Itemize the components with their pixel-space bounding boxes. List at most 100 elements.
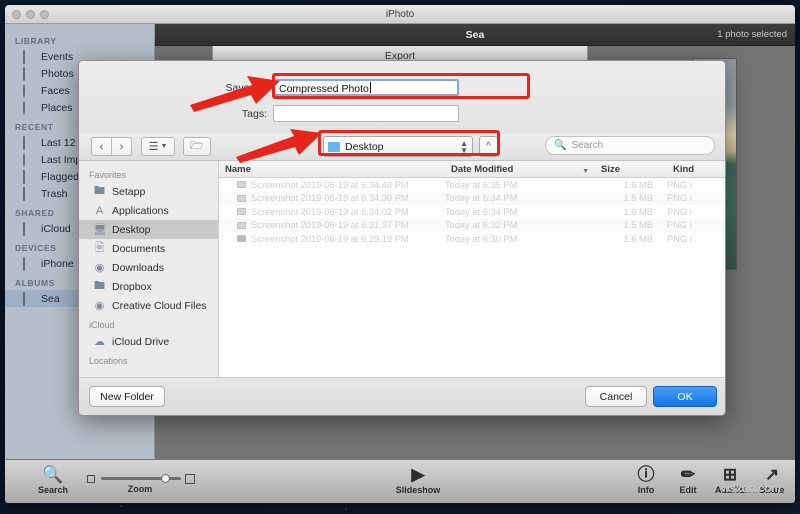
fav-group-locations: Locations [79, 351, 218, 368]
small-thumb-icon [87, 475, 95, 483]
view-mode-button[interactable]: ☰ ▼ [141, 137, 175, 156]
zoom-knob[interactable] [161, 474, 170, 483]
sidebar-item-label: Sea [41, 293, 60, 305]
column-header-kind[interactable]: Kind [667, 164, 725, 175]
fav-item-downloads[interactable]: ◉ Downloads [79, 258, 218, 277]
file-date: Today at 6:30 PM [445, 234, 595, 244]
file-name: Screenshot 2019-06-19 at 6.34.48 PM [251, 180, 409, 190]
file-kind: PNG i [667, 180, 725, 190]
sidebar-item-label: Events [41, 51, 73, 63]
sidebar-item-label: iPhone [41, 258, 74, 270]
zoom-window-icon[interactable] [40, 10, 49, 19]
forward-button[interactable]: › [111, 137, 132, 156]
fav-item-applications[interactable]: A Applications [79, 201, 218, 220]
play-icon: ▶ [383, 465, 453, 485]
search-input[interactable]: 🔍 Search [545, 136, 715, 155]
png-file-icon [237, 235, 246, 242]
blue-folder-icon [328, 142, 340, 152]
folder-icon: 🖿 [93, 182, 106, 201]
album-icon [23, 293, 35, 305]
pencil-icon: ✏ [667, 465, 709, 485]
png-file-icon [237, 222, 246, 229]
desktop-icon: 🖥 [93, 223, 106, 236]
search-button[interactable]: 🔍 Search [29, 465, 77, 495]
file-name: Screenshot 2019-06-19 at 6.31.37 PM [251, 220, 409, 230]
chevron-down-icon: ▼ [160, 143, 167, 150]
chevron-right-icon: › [120, 141, 124, 153]
edit-button[interactable]: ✏ Edit [667, 465, 709, 495]
column-header-date-modified[interactable]: Date Modified ▼ [445, 164, 595, 175]
location-popup-button[interactable]: Desktop ▲▼ [323, 136, 473, 157]
fav-item-documents[interactable]: 🗎 Documents [79, 239, 218, 258]
traffic-lights[interactable] [12, 10, 49, 19]
fav-item-desktop[interactable]: 🖥 Desktop [79, 220, 218, 239]
new-folder-button[interactable]: New Folder [89, 386, 165, 407]
list-view-icon: ☰ [149, 140, 159, 153]
file-kind: PNG i [667, 220, 725, 230]
file-name: Screenshot 2019-06-19 at 6.29.19 PM [251, 234, 409, 244]
arrange-button[interactable]: 🗁 [183, 137, 211, 156]
minimize-icon[interactable] [26, 10, 35, 19]
fav-item-dropbox[interactable]: 🖿 Dropbox [79, 277, 218, 296]
faces-icon [23, 85, 35, 97]
edit-label: Edit [680, 485, 697, 495]
fav-item-setapp[interactable]: 🖿 Setapp [79, 182, 218, 201]
table-row[interactable]: Screenshot 2019-06-19 at 6.34.02 PM Toda… [219, 205, 725, 219]
info-button[interactable]: ⓘ Info [625, 465, 667, 495]
info-circle-icon: ⓘ [625, 465, 667, 485]
app-title: iPhoto [5, 5, 795, 24]
finder-sidebar[interactable]: Favorites 🖿 Setapp A Applications 🖥 Desk… [79, 161, 219, 377]
info-label: Info [638, 485, 655, 495]
file-name: Screenshot 2019-06-19 at 6.34.02 PM [251, 207, 409, 217]
save-dialog-header: Save As: Compressed Photo Tags: [79, 61, 725, 136]
folder-icon: 🖿 [93, 277, 106, 296]
file-list-header: Name Date Modified ▼ Size Kind [219, 161, 725, 178]
column-header-name[interactable]: Name [219, 164, 445, 175]
magnifier-icon: 🔍 [29, 465, 77, 485]
album-header: Sea 1 photo selected [155, 24, 795, 46]
sidebar-item-label: iCloud [41, 223, 71, 235]
table-row[interactable]: Screenshot 2019-06-19 at 6.34.30 PM Toda… [219, 192, 725, 206]
fav-group-favorites: Favorites [79, 165, 218, 182]
fav-item-label: Downloads [112, 262, 164, 274]
large-thumb-icon [185, 474, 195, 484]
ok-button[interactable]: OK [653, 386, 717, 407]
iphoto-bottom-toolbar[interactable]: 🔍 Search Zoom ▶ Slideshow ⓘ Info ✏ Edit … [5, 459, 795, 503]
table-row[interactable]: Screenshot 2019-06-19 at 6.29.19 PM Toda… [219, 232, 725, 246]
file-size: 1.6 MB [595, 207, 667, 217]
cancel-button[interactable]: Cancel [585, 386, 647, 407]
trash-icon [23, 188, 35, 200]
search-label: Search [38, 485, 68, 495]
last-months-icon [23, 137, 35, 149]
file-date: Today at 6:35 PM [445, 180, 595, 190]
creative-cloud-icon: ◉ [93, 299, 106, 312]
fav-item-creative-cloud-files[interactable]: ◉ Creative Cloud Files [79, 296, 218, 315]
png-file-icon [237, 195, 246, 202]
back-button[interactable]: ‹ [91, 137, 112, 156]
file-size: 1.6 MB [595, 234, 667, 244]
column-header-size[interactable]: Size [595, 164, 667, 175]
table-row[interactable]: Screenshot 2019-06-19 at 6.34.48 PM Toda… [219, 178, 725, 192]
close-icon[interactable] [12, 10, 21, 19]
photos-icon [23, 68, 35, 80]
fav-item-icloud-drive[interactable]: ☁ iCloud Drive [79, 332, 218, 351]
save-dialog-navbar: ‹ › ☰ ▼ 🗁 Desktop ▲▼ ^ 🔍 Search [79, 133, 725, 161]
go-up-button[interactable]: ^ [479, 136, 498, 157]
slideshow-button[interactable]: ▶ Slideshow [383, 465, 453, 495]
sidebar-item-label: Last Imp [41, 154, 81, 166]
last-import-icon [23, 154, 35, 166]
fav-item-label: Creative Cloud Files [112, 300, 207, 312]
save-as-input[interactable]: Compressed Photo [273, 79, 459, 96]
fav-item-label: Setapp [112, 186, 145, 198]
table-row[interactable]: Screenshot 2019-06-19 at 6.31.37 PM Toda… [219, 219, 725, 233]
share-arrow-icon: ↗ [751, 465, 793, 485]
png-file-icon [237, 181, 246, 188]
file-list[interactable]: Name Date Modified ▼ Size Kind Screensho… [219, 161, 725, 377]
sidebar-item-label: Trash [41, 188, 67, 200]
file-kind: PNG i [667, 234, 725, 244]
arrange-folder-icon: 🗁 [190, 137, 204, 156]
file-date: Today at 6:34 PM [445, 193, 595, 203]
cloud-icon: ☁ [93, 335, 106, 348]
text-caret [370, 82, 371, 93]
tags-input[interactable] [273, 105, 459, 122]
